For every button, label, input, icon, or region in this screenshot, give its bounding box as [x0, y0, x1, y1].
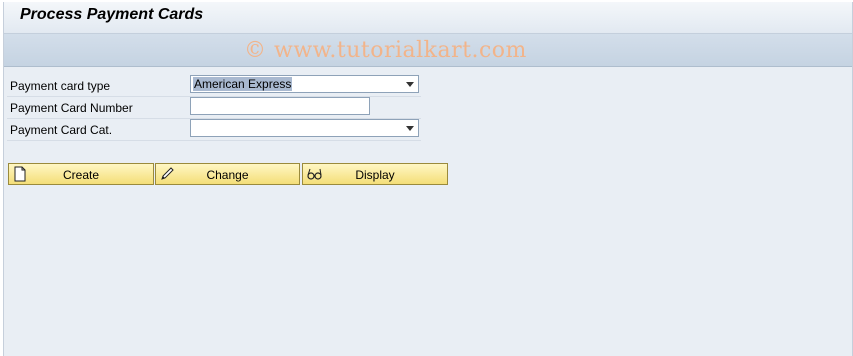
display-button-label: Display	[355, 168, 395, 182]
change-button[interactable]: Change	[155, 163, 300, 185]
chevron-down-icon[interactable]	[406, 82, 414, 87]
create-button[interactable]: Create	[8, 163, 154, 185]
payment-card-type-dropdown[interactable]: American Express	[190, 75, 419, 93]
payment-card-type-label: Payment card type	[10, 79, 111, 93]
change-button-label: Change	[206, 168, 249, 182]
application-toolbar: © www.tutorialkart.com	[4, 34, 853, 67]
page-title: Process Payment Cards	[20, 6, 204, 23]
payment-card-number-label: Payment Card Number	[10, 101, 133, 115]
sap-window: Process Payment Cards © www.tutorialkart…	[3, 2, 853, 356]
payment-card-type-value: American Express	[193, 77, 293, 91]
payment-card-number-row: Payment Card Number	[7, 96, 421, 119]
title-bar: Process Payment Cards	[4, 2, 853, 34]
watermark-text: © www.tutorialkart.com	[244, 38, 527, 63]
chevron-down-icon[interactable]	[406, 126, 414, 131]
payment-card-number-input[interactable]	[190, 97, 370, 115]
payment-card-type-row: Payment card type American Express	[7, 74, 421, 97]
display-button[interactable]: Display	[302, 163, 448, 185]
payment-card-cat-label: Payment Card Cat.	[10, 123, 113, 137]
payment-card-cat-row: Payment Card Cat.	[7, 118, 421, 141]
payment-card-cat-dropdown[interactable]	[190, 119, 419, 137]
main-content: Payment card type American Express Payme…	[4, 67, 853, 356]
create-button-label: Create	[62, 168, 100, 182]
